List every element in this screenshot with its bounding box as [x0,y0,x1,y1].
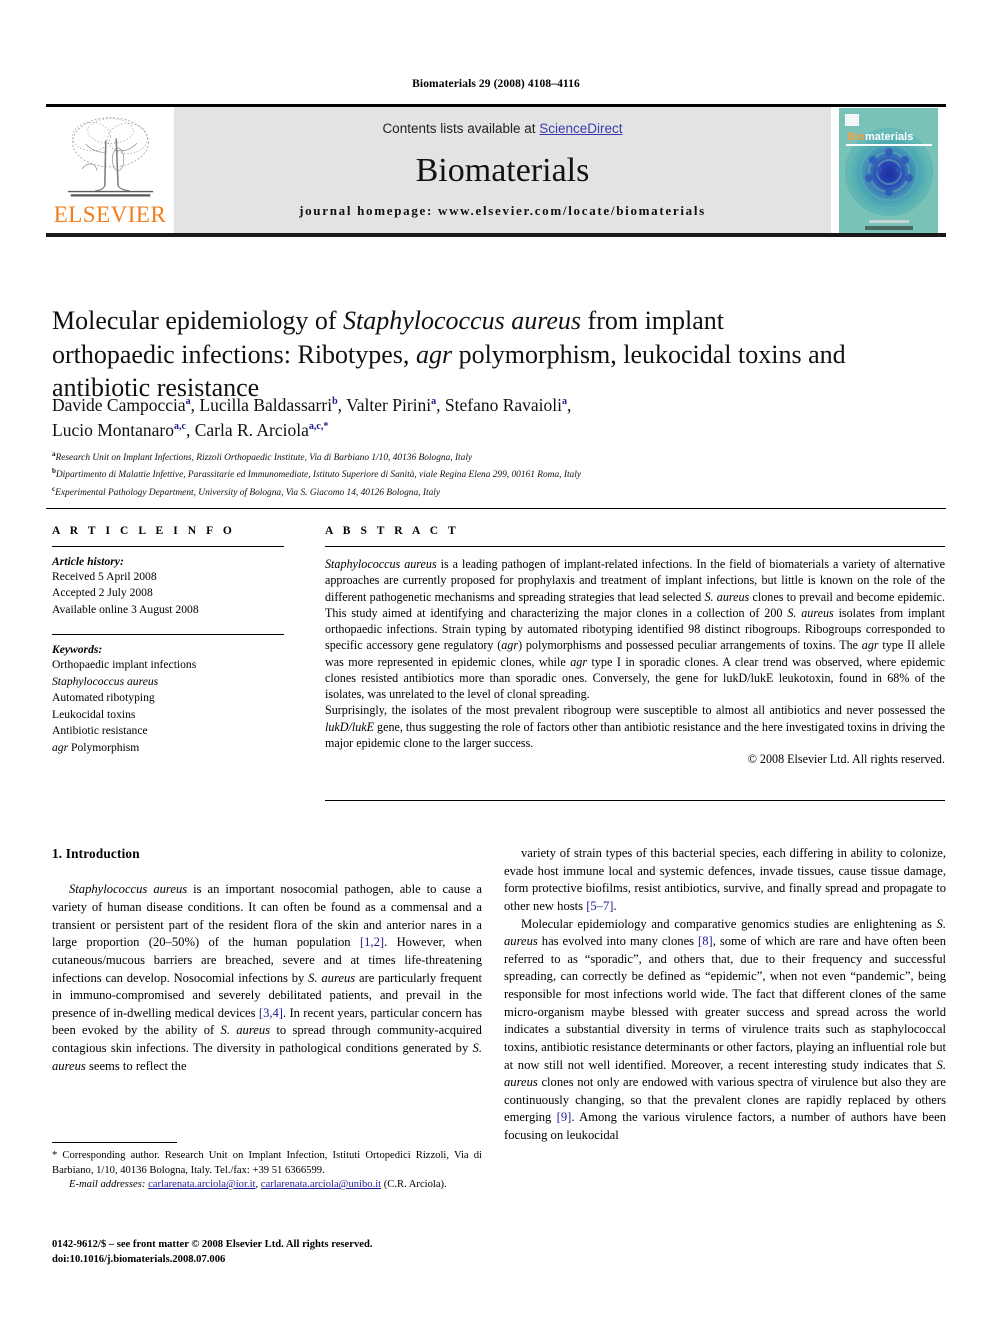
email-owner: (C.R. Arciola). [383,1179,447,1191]
email-addresses-line: E-mail addresses: carlarenata.arciola@io… [52,1178,482,1193]
title-gene-agr: agr [415,339,453,369]
imprint-doi: doi:10.1016/j.biomaterials.2008.07.006 [52,1254,226,1266]
keyword-item: Automated ribotyping [52,691,155,705]
email-link-ior[interactable]: carlarenata.arciola@ior.it [148,1179,255,1190]
journal-cover-thumbnail: Bio materials [831,107,946,233]
keyword-item: Leukocidal toxins [52,707,136,721]
article-history-label: Article history: [52,555,124,568]
abstract-heading: A B S T R A C T [325,525,460,537]
body-column-right: variety of strain types of this bacteria… [504,845,946,1145]
intro-paragraph-right-1: variety of strain types of this bacteria… [504,846,946,913]
keyword-item: Orthopaedic implant infections [52,658,197,672]
author-name: Lucilla Baldassarrib [199,395,338,415]
author-affiliation-mark: a [185,396,191,408]
affiliation-mark: b [52,467,56,476]
affiliation-item: bDipartimento di Malattie Infettive, Par… [52,467,581,481]
article-page: Biomaterials 29 (2008) 4108–4116 ELSEVIE… [0,0,992,1323]
page-title: Molecular epidemiology of Staphylococcus… [52,304,852,404]
journal-homepage: journal homepage: www.elsevier.com/locat… [299,203,706,218]
svg-text:materials: materials [865,131,913,143]
elsevier-wordmark: ELSEVIER [53,202,167,227]
section-heading-introduction: 1. Introduction [52,846,140,861]
running-head: Biomaterials 29 (2008) 4108–4116 [412,78,580,90]
article-info-heading: A R T I C L E I N F O [52,525,236,537]
author-name: Stefano Ravaiolia [444,395,568,415]
keyword-item: agr Polymorphism [52,740,140,754]
article-history-item: Accepted 2 July 2008 [52,586,153,600]
sciencedirect-link[interactable]: ScienceDirect [539,121,622,136]
article-info-rule-2 [52,634,284,636]
journal-title: Biomaterials [415,151,590,189]
author-list: Davide Campocciaa, Lucilla Baldassarrib,… [52,395,572,441]
author-name: Carla R. Arciolaa,c,* [194,420,329,441]
affiliation-mark: c [52,484,56,493]
keywords-label: Keywords: [52,643,103,657]
info-divider [46,508,946,509]
author-affiliation-mark: a [431,396,437,408]
svg-text:Bio: Bio [847,131,865,143]
keyword-item: Antibiotic resistance [52,724,148,738]
intro-paragraph-right-2: Molecular epidemiology and comparative g… [504,916,946,1143]
keyword-item: Staphylococcus aureus [52,674,159,688]
masthead-centre: Contents lists available at ScienceDirec… [174,107,831,233]
abstract-paragraph-1: Staphylococcus aureus is a leading patho… [325,557,946,702]
article-history-item: Available online 3 August 2008 [52,602,199,616]
author-affiliation-mark: a,c [173,421,186,433]
email-label: E-mail addresses: [69,1179,146,1191]
corresponding-author-footnote: * Corresponding author. Research Unit on… [52,1142,482,1193]
abstract-paragraph-2: Surprisingly, the isolates of the most p… [325,703,945,750]
contents-prefix: Contents lists available at [382,121,540,136]
contents-available-line: Contents lists available at ScienceDirec… [382,121,622,136]
body-column-left: 1. Introduction Staphylococcus aureus is… [52,845,482,1075]
affiliation-item: aResearch Unit on Implant Infections, Ri… [52,450,473,464]
footnote-divider [52,1142,177,1143]
title-part-2: from implant [581,306,725,336]
email-link-unibo[interactable]: carlarenata.arciola@unibo.it [261,1179,381,1190]
title-species-1: Staphylococcus aureus [342,306,582,336]
corresponding-author-text: * Corresponding author. Research Unit on… [52,1150,482,1176]
elsevier-logo: ELSEVIER [46,107,174,233]
elsevier-tree-icon [67,117,153,197]
title-part-4: polymorphism, leukocidal [452,339,732,369]
affiliation-item: cExperimental Pathology Department, Univ… [52,484,441,498]
imprint-front-matter: 0142-9612/$ – see front matter © 2008 El… [52,1239,373,1250]
article-history-item: Received 5 April 2008 [52,570,157,583]
keyword-list: Orthopaedic implant infections Staphyloco… [52,657,284,756]
author-name: Lucio Montanaroa,c [52,420,186,441]
author-affiliation-mark: a [562,396,568,408]
article-history-list: Received 5 April 2008 Accepted 2 July 200… [52,569,284,618]
author-affiliation-mark: b [332,396,338,408]
author-name: Davide Campocciaa [52,395,191,415]
article-info-block: A R T I C L E I N F O Article history: R… [52,525,284,756]
author-affiliation-mark: a,c,* [308,421,329,433]
affiliation-list: aResearch Unit on Implant Infections, Ri… [52,449,932,501]
abstract-rule [325,546,945,547]
abstract-copyright: © 2008 Elsevier Ltd. All rights reserved… [747,752,945,767]
affiliation-mark: a [52,450,56,458]
intro-paragraph-left: Staphylococcus aureus is an important no… [52,882,483,1073]
journal-cover-image: Bio materials [839,107,938,233]
title-part-1: Molecular epidemiology of [52,306,343,336]
article-info-rule-1 [52,546,284,547]
imprint-block: 0142-9612/$ – see front matter © 2008 El… [52,1237,512,1267]
title-part-3: orthopaedic infections: Ribotypes, [52,339,416,369]
abstract-block: A B S T R A C T Staphylococcus aureus is… [325,525,945,767]
author-name: Valter Pirinia [346,395,437,415]
abstract-bottom-divider [325,800,945,801]
journal-masthead: ELSEVIER Contents lists available at Sci… [46,104,946,237]
